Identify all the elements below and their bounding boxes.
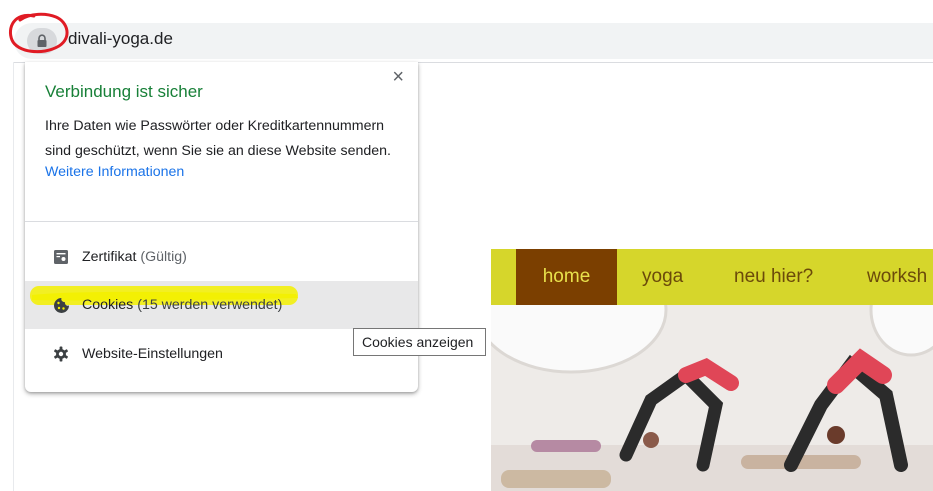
- nav-neu-hier[interactable]: neu hier?: [734, 249, 813, 305]
- connection-secure-title: Verbindung ist sicher: [45, 82, 203, 101]
- cookies-label: Cookies: [82, 297, 134, 313]
- cookie-icon: [51, 295, 71, 315]
- cookies-item[interactable]: Cookies (15 werden verwendet): [25, 281, 418, 329]
- yoga-photo: [491, 305, 933, 491]
- cookies-count: (15 werden verwendet): [137, 297, 283, 313]
- cookies-tooltip: Cookies anzeigen: [353, 328, 486, 356]
- annotation-red-circle: [9, 12, 69, 54]
- certificate-label: Zertifikat: [82, 249, 137, 265]
- nav-yoga[interactable]: yoga: [642, 249, 683, 305]
- more-info-link[interactable]: Weitere Informationen: [45, 164, 184, 180]
- popup-divider: [25, 221, 418, 222]
- certificate-status: (Gültig): [140, 249, 187, 265]
- site-navigation: home yoga neu hier? worksh: [491, 249, 933, 305]
- gear-icon: [51, 344, 71, 364]
- certificate-icon: [51, 247, 71, 267]
- nav-workshops[interactable]: worksh: [867, 249, 927, 305]
- window-edge: [13, 62, 14, 491]
- certificate-item[interactable]: Zertifikat (Gültig): [25, 233, 418, 281]
- nav-home[interactable]: home: [516, 249, 617, 305]
- url-text[interactable]: divali-yoga.de: [68, 29, 173, 49]
- security-description: Ihre Daten wie Passwörter oder Kreditkar…: [45, 118, 391, 159]
- site-settings-label: Website-Einstellungen: [82, 346, 223, 362]
- close-button[interactable]: ×: [392, 66, 404, 89]
